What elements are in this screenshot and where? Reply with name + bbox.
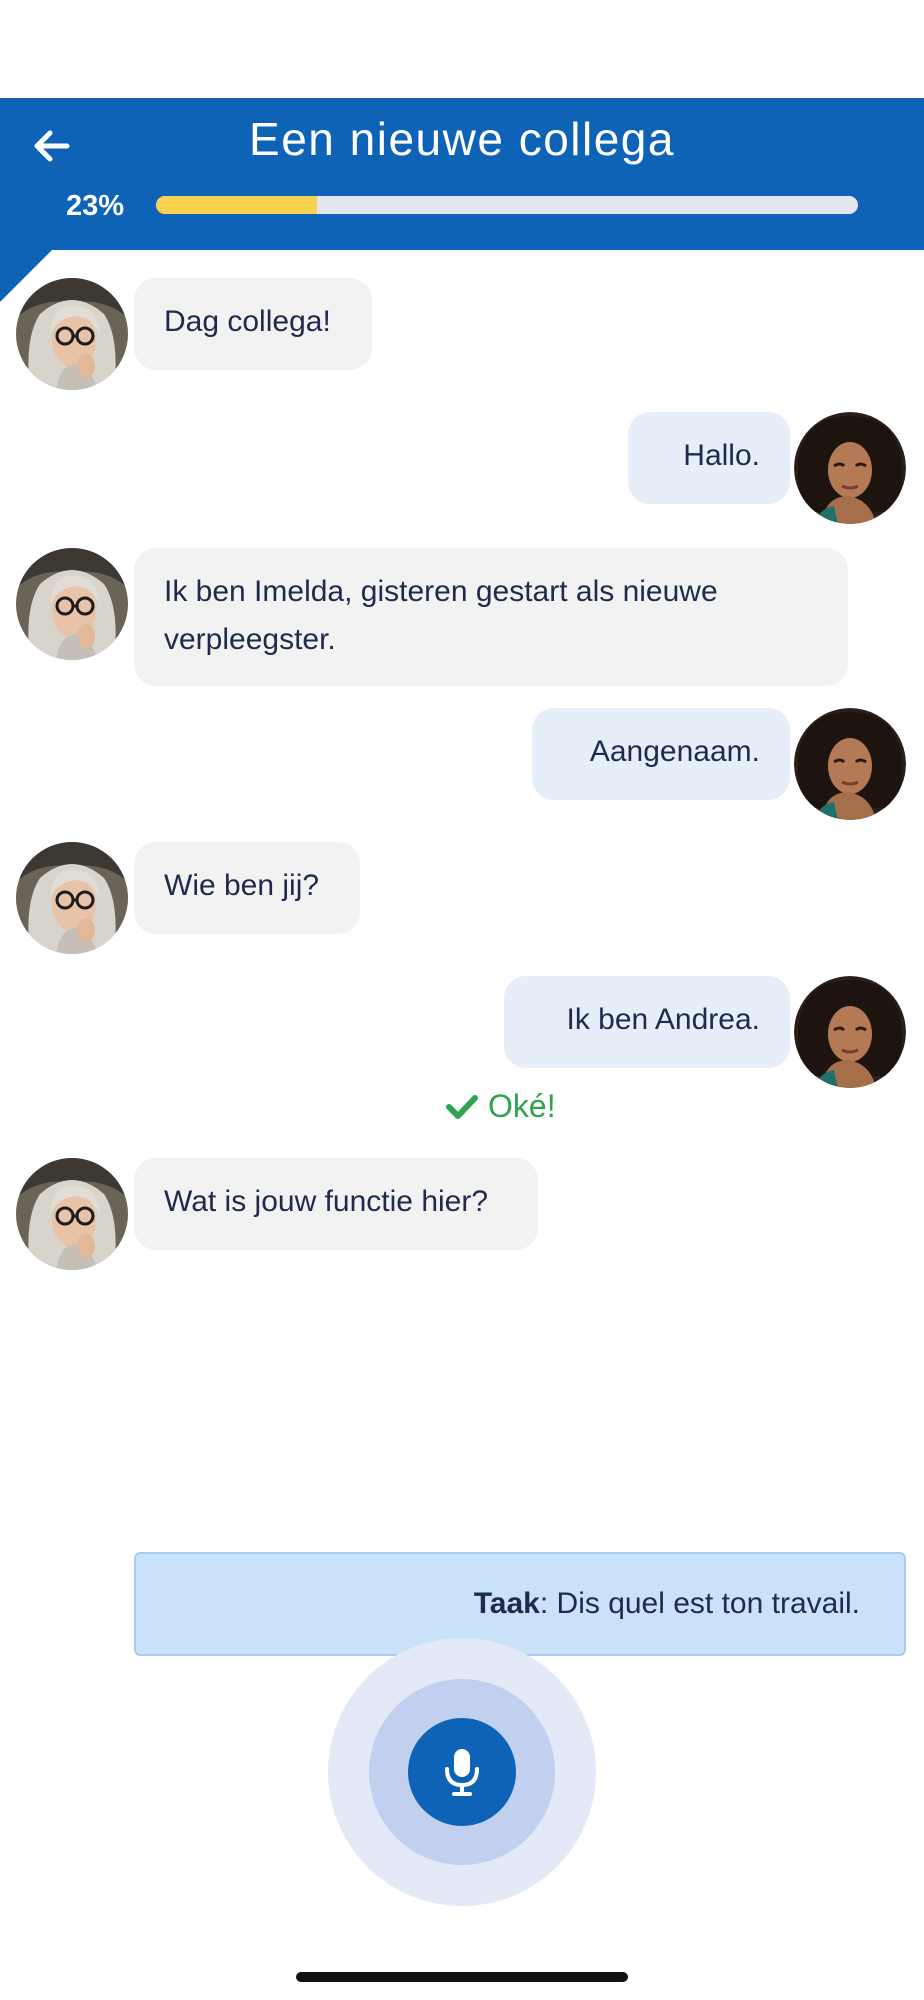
- avatar-andrea: [794, 976, 906, 1088]
- feedback-text: Oké!: [488, 1088, 556, 1124]
- avatar-andrea: [794, 412, 906, 524]
- avatar-imelda: [16, 842, 128, 954]
- chat-bubble-outgoing: Aangenaam.: [532, 708, 790, 800]
- avatar-imelda: [16, 548, 128, 660]
- chat-bubble-incoming: Dag collega!: [134, 278, 372, 370]
- feedback-ok: Oké!: [446, 1088, 556, 1125]
- home-indicator: [296, 1972, 628, 1982]
- avatar-imelda: [16, 278, 128, 390]
- task-separator: :: [539, 1587, 549, 1620]
- microphone-button[interactable]: [408, 1718, 516, 1826]
- avatar-imelda: [16, 1158, 128, 1270]
- chat-bubble-outgoing: Ik ben Andrea.: [504, 976, 790, 1068]
- progress-bar-fill: [156, 196, 318, 214]
- task-prompt: Taak: Dis quel est ton travail.: [134, 1552, 906, 1656]
- progress-percentage: 23%: [66, 190, 125, 222]
- microphone-icon: [445, 1749, 479, 1796]
- chat-bubble-incoming: Wie ben jij?: [134, 842, 360, 934]
- chat-bubble-outgoing: Hallo.: [628, 412, 790, 504]
- checkmark-icon: [446, 1094, 478, 1119]
- chat-bubble-incoming: Wat is jouw functie hier?: [134, 1158, 538, 1250]
- page-title: Een nieuwe collega: [249, 113, 675, 165]
- progress-bar: [156, 196, 858, 214]
- task-label: Taak: [473, 1587, 540, 1620]
- avatar-andrea: [794, 708, 906, 820]
- chat-bubble-incoming: Ik ben Imelda, gisteren gestart als nieu…: [134, 548, 848, 686]
- task-text: Dis quel est ton travail.: [548, 1587, 860, 1620]
